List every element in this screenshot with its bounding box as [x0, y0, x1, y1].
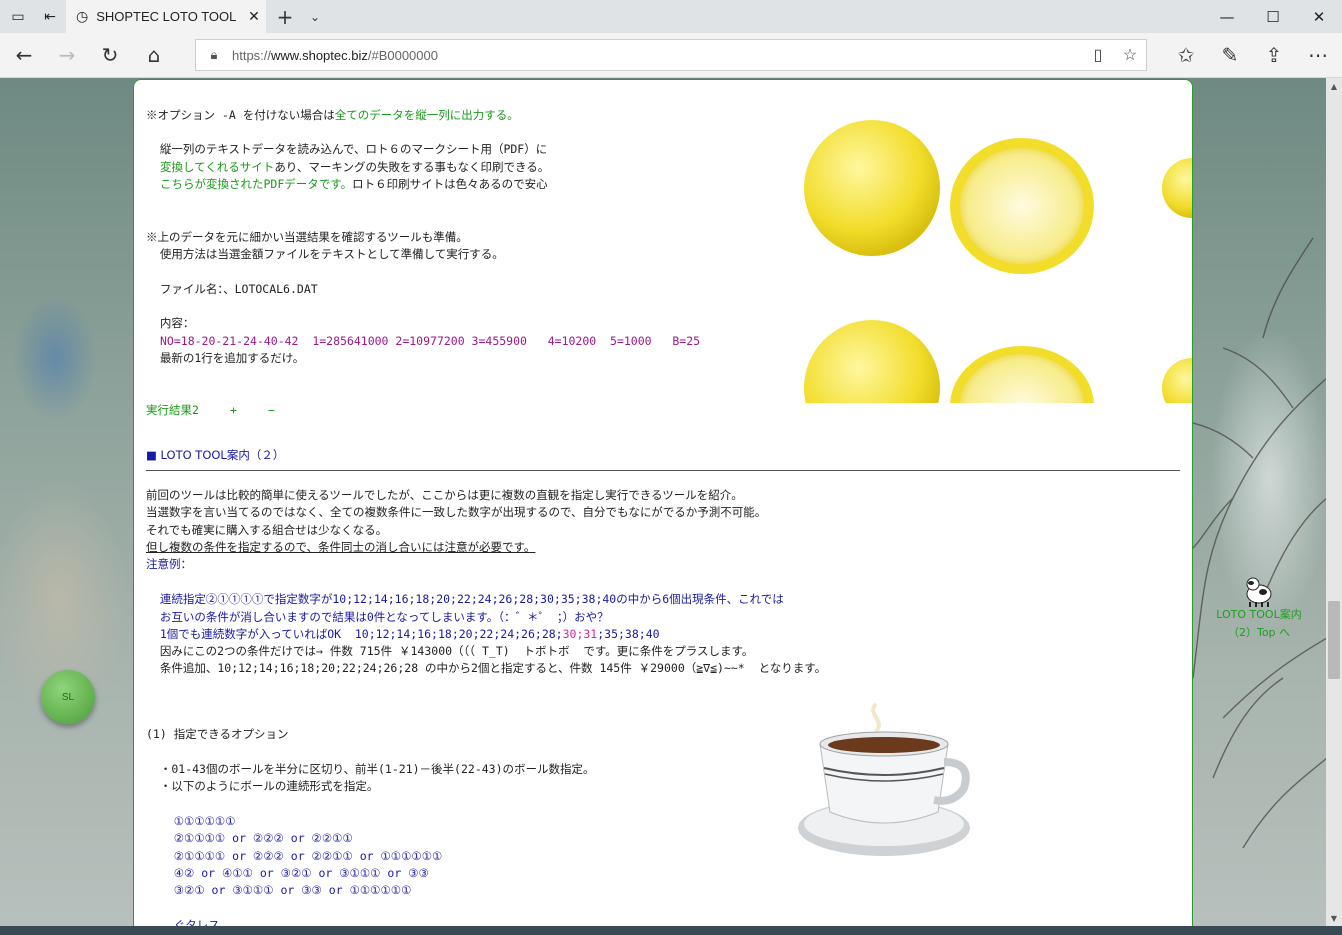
- close-window-icon[interactable]: ✕: [1296, 0, 1342, 33]
- intro-line-1: 前回のツールは比較的簡単に使えるツールでしたが、ここからは更に複数の直観を指定し…: [146, 488, 743, 502]
- convert-line-3: こちらが変換されたPDFデータです。ロト６印刷サイトは色々あるので安心: [160, 177, 548, 191]
- forward-icon[interactable]: →: [45, 33, 89, 77]
- top-link-line-2: （2）Top へ: [1227, 626, 1291, 639]
- refresh-icon[interactable]: ↻: [88, 33, 132, 77]
- url-text: https://www.shoptec.biz/#B0000000: [232, 47, 438, 63]
- option-item-1: ・01-43個のボールを半分に区切り、前半(1-21)－後半(22-43)のボー…: [146, 762, 595, 776]
- option-note: ※オプション -A を付けない場合は全てのデータを縦一列に出力する。: [146, 108, 519, 122]
- navigation-bar: ← → ↻ ⌂ 🔒︎ https://www.shoptec.biz/#B000…: [0, 33, 1342, 78]
- taskbar-edge: [0, 926, 1342, 935]
- chevron-down-icon[interactable]: ⌄: [302, 0, 328, 33]
- result-label: 実行結果2: [146, 403, 199, 417]
- pattern-line-4: ④② or ④①① or ③②① or ③①①① or ③③: [146, 866, 429, 880]
- top-link-line-1: LOTO TOOL案内: [1216, 608, 1302, 621]
- intro-line-3: それでも確実に購入する組合せは少なくなる。: [146, 523, 388, 537]
- example-line-2: お互いの条件が消し合いますので結果は0件となってしまいます。（：゛＊゜ ；）おや…: [146, 610, 609, 624]
- lock-icon: 🔒︎: [210, 47, 218, 62]
- web-note-icon[interactable]: ✎: [1208, 33, 1252, 77]
- grapefruit-image: [804, 120, 1192, 403]
- example-line-3: 1個でも連続数字が入っていればOK 10;12;14;16;18;20;22;2…: [146, 627, 660, 641]
- example-line-5: 条件追加、10;12;14;16;18;20;22;24;26;28 の中から2…: [146, 661, 827, 675]
- collapse-button[interactable]: −: [268, 402, 275, 419]
- minimize-icon[interactable]: —: [1204, 0, 1250, 33]
- sl-button[interactable]: SL: [41, 670, 95, 724]
- section-title: ■ LOTO TOOL案内（２）: [146, 448, 285, 462]
- home-icon[interactable]: ⌂: [132, 33, 176, 77]
- example-line-4: 因みにこの2つの条件だけでは→ 件数 715件 ￥143000（（（ T_T) …: [146, 644, 754, 658]
- favorites-list-icon[interactable]: ✩: [1164, 33, 1208, 77]
- pdf-data-link[interactable]: こちらが変換されたPDFデータです。: [160, 177, 352, 191]
- back-icon[interactable]: ←: [2, 33, 46, 77]
- append-note: 最新の1行を追加するだけ。: [146, 351, 305, 365]
- tool-note-1: ※上のデータを元に細かい当選結果を確認するツールも準備。: [146, 230, 468, 244]
- coffee-cup-image: [798, 702, 970, 856]
- options-heading: (1) 指定できるオプション: [146, 727, 289, 741]
- intro-warning: 但し複数の条件を指定するので、条件同士の消し合いには注意が必要です。: [146, 540, 536, 554]
- filename-line: ファイル名：、LOTOCAL6.DAT: [146, 282, 318, 296]
- scroll-down-icon[interactable]: ▼: [1326, 910, 1342, 926]
- clock-icon: ◷: [76, 8, 89, 24]
- favorite-star-icon[interactable]: ☆: [1114, 45, 1146, 65]
- pattern-line-2: ②①①①① or ②②② or ②②①①: [146, 831, 353, 845]
- section-divider: [146, 470, 1180, 471]
- tool-note-2: 使用方法は当選金額ファイルをテキストとして準備して実行する。: [146, 247, 504, 261]
- convert-site-link[interactable]: 変換してくれるサイト: [160, 160, 274, 174]
- scroll-up-icon[interactable]: ▲: [1326, 78, 1342, 94]
- convert-line-2: 変換してくれるサイトあり、マーキングの失敗をする事もなく印刷できる。: [160, 160, 550, 174]
- caution-label: 注意例：: [146, 557, 192, 571]
- tab-shoptec[interactable]: ◷ SHOPTEC LOTO TOOL ✕: [66, 0, 266, 33]
- maximize-icon[interactable]: ☐: [1250, 0, 1296, 33]
- tab-title: SHOPTEC LOTO TOOL: [96, 9, 237, 24]
- tab-actions-icon[interactable]: ▭: [2, 0, 34, 33]
- convert-line-1: 縦一列のテキストデータを読み込んで、ロト６のマークシート用（PDF）に: [146, 142, 548, 156]
- top-link[interactable]: LOTO TOOL案内 （2）Top へ: [1207, 606, 1311, 642]
- title-bar: ▭ ⇤ ◷ SHOPTEC LOTO TOOL ✕ + ⌄ — ☐ ✕: [0, 0, 1342, 33]
- content-sample: NO=18-20-21-24-40-42 1=285641000 2=10977…: [160, 334, 701, 348]
- pattern-line-1: ①①①①①①: [146, 814, 236, 828]
- reading-view-icon[interactable]: ▯: [1082, 45, 1114, 65]
- new-tab-icon[interactable]: +: [272, 0, 298, 33]
- example-line-1: 連続指定②①①①①で指定数字が10;12;14;16;18;20;22;24;2…: [146, 592, 784, 606]
- close-tab-icon[interactable]: ✕: [242, 8, 266, 25]
- share-icon[interactable]: ⇪: [1252, 33, 1296, 77]
- address-bar[interactable]: 🔒︎ https://www.shoptec.biz/#B0000000 ▯ ☆: [195, 39, 1147, 71]
- vertical-scrollbar[interactable]: ▲ ▼: [1326, 78, 1342, 926]
- intro-line-2: 当選数字を言い当てるのではなく、全ての複数条件に一致した数字が出現するので、自分…: [146, 505, 767, 519]
- scroll-thumb[interactable]: [1328, 601, 1340, 679]
- cow-icon: [1246, 577, 1272, 607]
- more-icon[interactable]: ⋯: [1296, 33, 1340, 77]
- pattern-line-6: ぐタレス: [146, 918, 220, 926]
- expand-button[interactable]: +: [230, 402, 237, 419]
- pattern-line-3: ②①①①① or ②②② or ②②①① or ①①①①①①: [146, 849, 443, 863]
- pattern-line-5: ③②① or ③①①① or ③③ or ①①①①①①: [146, 883, 412, 897]
- set-tabs-aside-icon[interactable]: ⇤: [34, 0, 66, 33]
- option-item-2: ・以下のようにボールの連続形式を指定。: [146, 779, 379, 793]
- branch-decoration: [1193, 237, 1327, 849]
- content-panel: ※オプション -A を付けない場合は全てのデータを縦一列に出力する。 縦一列のテ…: [133, 79, 1193, 926]
- content-label: 内容：: [146, 316, 195, 330]
